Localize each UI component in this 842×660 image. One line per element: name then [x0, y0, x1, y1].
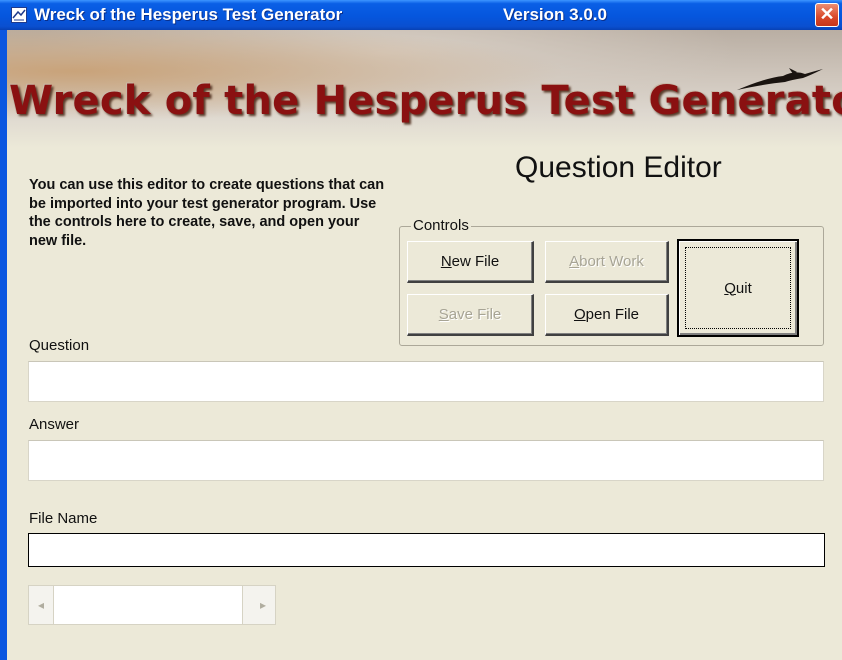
scroll-right-button[interactable]: ▸ [251, 586, 275, 624]
question-input[interactable] [29, 362, 823, 401]
window-title: Wreck of the Hesperus Test Generator [34, 5, 343, 24]
answer-label: Answer [29, 416, 80, 433]
close-button[interactable]: ✕ [815, 3, 839, 27]
open-file-label: pen File [585, 306, 640, 323]
app-logo-icon[interactable] [11, 7, 27, 23]
window-border [0, 30, 7, 660]
file-name-input[interactable] [29, 534, 824, 566]
save-file-mnemonic: S [438, 306, 449, 323]
new-file-mnemonic: N [440, 253, 452, 270]
section-title: Question Editor [515, 151, 722, 184]
abort-work-button[interactable]: Abort Work [545, 241, 669, 283]
file-name-field[interactable] [28, 533, 825, 567]
abort-work-label: bort Work [579, 253, 644, 270]
file-name-label: File Name [29, 510, 98, 527]
quit-button[interactable]: Quit [677, 239, 799, 337]
banner-title: Wreck of the Hesperus Test Generator [9, 78, 842, 124]
new-file-button[interactable]: New File [407, 241, 534, 283]
new-file-label: ew File [451, 253, 500, 270]
close-icon: ✕ [819, 4, 835, 24]
save-file-button[interactable]: Save File [407, 294, 534, 336]
question-label: Question [29, 337, 90, 354]
intro-text: You can use this editor to create questi… [29, 177, 385, 249]
version-label: Version 3.0.0 [503, 5, 607, 24]
save-file-label: ave File [448, 306, 502, 323]
answer-input[interactable] [29, 441, 823, 480]
arrow-right-icon: ▸ [259, 598, 267, 612]
banner: Wreck of the Hesperus Test Generator [7, 30, 842, 148]
scroll-left-button[interactable]: ◂ [29, 586, 53, 624]
open-file-button[interactable]: Open File [545, 294, 669, 336]
answer-field[interactable] [28, 440, 824, 481]
scroll-thumb[interactable] [53, 586, 243, 624]
arrow-left-icon: ◂ [37, 598, 45, 612]
abort-work-mnemonic: A [569, 253, 580, 270]
focus-rectangle [685, 247, 791, 329]
controls-legend: Controls [411, 217, 471, 234]
title-bar[interactable]: Wreck of the Hesperus Test Generator Ver… [0, 0, 842, 30]
horizontal-scrollbar[interactable]: ◂ ▸ [28, 585, 276, 625]
question-field[interactable] [28, 361, 824, 402]
open-file-mnemonic: O [573, 306, 586, 323]
